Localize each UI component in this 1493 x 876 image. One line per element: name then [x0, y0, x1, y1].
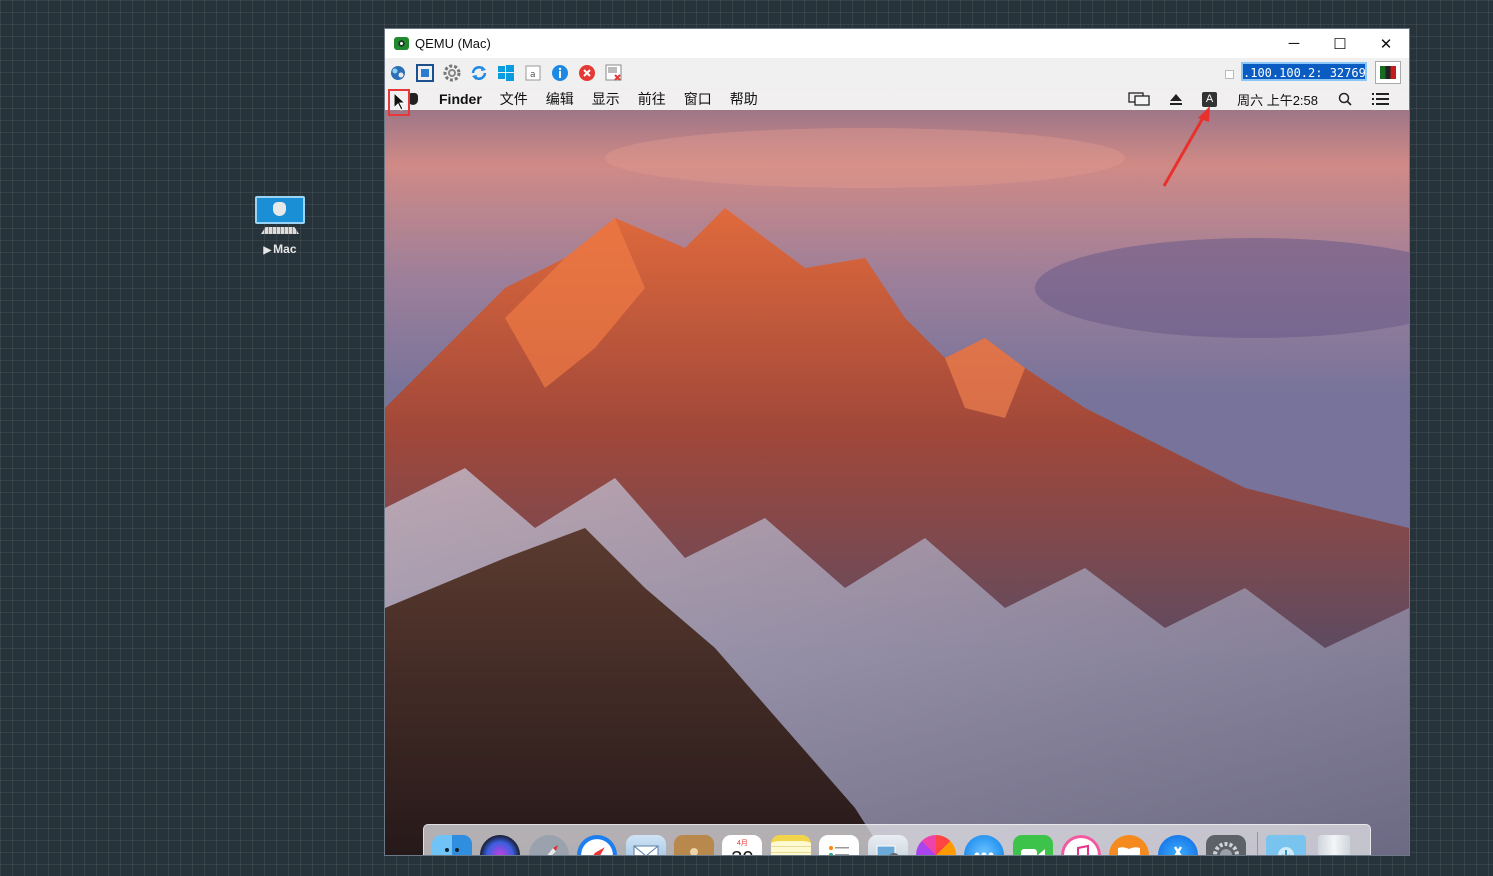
facetime-icon[interactable] — [1012, 835, 1053, 855]
status-indicator — [1225, 70, 1234, 79]
trash-icon[interactable] — [1318, 835, 1351, 855]
calendar-month: 4月 — [736, 839, 748, 847]
messages-icon[interactable] — [964, 835, 1005, 855]
svg-text:a: a — [530, 70, 536, 80]
menu-view[interactable]: 显示 — [592, 89, 620, 109]
qemu-app-icon — [394, 37, 409, 50]
play-icon: ▶ — [263, 245, 272, 256]
mac-screen[interactable]: Finder 文件 编辑 显示 前往 窗口 帮助 A 周六 上午2:58 4月 — [385, 88, 1409, 855]
finder-icon[interactable] — [432, 835, 472, 855]
mouse-cursor-icon — [394, 93, 406, 111]
menu-help[interactable]: 帮助 — [730, 89, 758, 109]
menu-go[interactable]: 前往 — [638, 89, 666, 109]
mountain-wallpaper — [385, 88, 1409, 855]
menu-edit[interactable]: 编辑 — [546, 89, 574, 109]
notification-center-icon[interactable] — [1372, 93, 1389, 105]
calendar-icon[interactable]: 4月 30 — [722, 835, 763, 856]
flag-icon — [1380, 66, 1396, 79]
contacts-icon[interactable] — [673, 835, 714, 855]
itunes-icon[interactable] — [1061, 835, 1102, 855]
minimize-button[interactable]: ─ — [1271, 29, 1317, 58]
node-label: Mac — [273, 242, 297, 256]
ibooks-icon[interactable] — [1109, 835, 1150, 855]
screenshot-icon[interactable] — [604, 63, 624, 83]
menu-finder[interactable]: Finder — [439, 91, 482, 107]
mac-vm-node[interactable]: ▶ Mac — [250, 196, 310, 256]
fullscreen-icon[interactable] — [415, 63, 435, 83]
windows-icon[interactable] — [496, 63, 516, 83]
maximize-button[interactable]: ☐ — [1317, 29, 1363, 58]
keyboard-graphic — [261, 227, 299, 234]
menu-window[interactable]: 窗口 — [684, 89, 712, 109]
close-button[interactable]: ✕ — [1363, 29, 1409, 58]
dock-separator — [1256, 832, 1258, 855]
safari-icon[interactable] — [577, 835, 618, 855]
preview-icon[interactable] — [867, 835, 908, 855]
system-preferences-icon[interactable] — [1206, 835, 1247, 855]
vnc-address-field[interactable]: .100.100.2: 32769 — [1241, 62, 1367, 81]
mail-icon[interactable] — [625, 835, 666, 855]
keyboard-icon[interactable]: a — [523, 63, 543, 83]
settings-gear-icon[interactable] — [442, 63, 462, 83]
mac-menubar: Finder 文件 编辑 显示 前往 窗口 帮助 A 周六 上午2:58 — [385, 88, 1409, 110]
menu-file[interactable]: 文件 — [500, 89, 528, 109]
siri-icon[interactable] — [480, 835, 521, 855]
photos-icon[interactable] — [915, 835, 956, 855]
info-icon[interactable] — [550, 63, 570, 83]
display-mirroring-icon[interactable] — [1128, 92, 1150, 106]
eject-icon[interactable] — [1170, 93, 1183, 105]
launchpad-icon[interactable] — [528, 835, 569, 855]
node-label-row: ▶ Mac — [250, 242, 310, 256]
stop-icon[interactable] — [577, 63, 597, 83]
spotlight-search-icon[interactable] — [1338, 92, 1352, 106]
language-flag-button[interactable] — [1375, 61, 1401, 84]
title-bar[interactable]: QEMU (Mac) ─ ☐ ✕ — [385, 29, 1409, 58]
annotation-arrow — [1162, 106, 1210, 187]
dock: 4月 30 — [423, 824, 1371, 855]
window-title: QEMU (Mac) — [415, 36, 491, 51]
network-icon[interactable] — [388, 63, 408, 83]
notes-icon[interactable] — [770, 835, 811, 855]
app-store-icon[interactable] — [1157, 835, 1198, 855]
menubar-clock[interactable]: 周六 上午2:58 — [1237, 90, 1318, 109]
refresh-icon[interactable] — [469, 63, 489, 83]
toolbar: a .100.100.2: 32769 — [385, 58, 1409, 88]
qemu-window: QEMU (Mac) ─ ☐ ✕ a .100.100.2: 32769 Fin… — [385, 29, 1409, 855]
reminders-icon[interactable] — [819, 835, 860, 855]
calendar-day: 30 — [731, 848, 753, 856]
downloads-folder-icon[interactable] — [1265, 835, 1306, 855]
computer-icon — [255, 196, 305, 224]
